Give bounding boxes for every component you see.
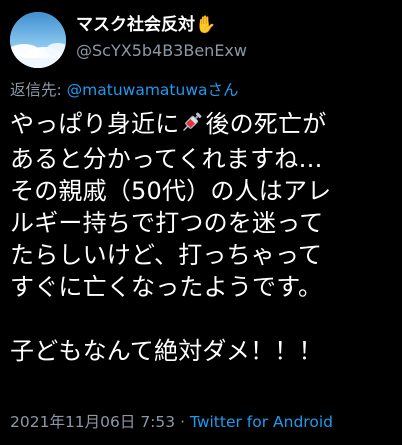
reply-prefix: 返信先: bbox=[10, 81, 67, 99]
tweet-header: マスク社会反対✋ @ScYX5b4B3BenExw bbox=[10, 8, 390, 68]
syringe-icon bbox=[179, 109, 205, 143]
tweet-line-5: たらしいけど、打っちゃって bbox=[10, 241, 323, 269]
tweet-line-2: あると分かってくれますね… bbox=[10, 145, 323, 173]
reply-to-line: 返信先: @matuwamatuwaさん bbox=[10, 80, 239, 100]
raised-hand-icon: ✋ bbox=[195, 15, 217, 35]
meta-separator: · bbox=[175, 413, 190, 431]
tweet-source-link[interactable]: Twitter for Android bbox=[190, 413, 333, 431]
reply-mention-link[interactable]: @matuwamatuwaさん bbox=[67, 81, 239, 99]
tweet-line-6: すぐに亡くなったようです。 bbox=[10, 273, 323, 301]
user-handle[interactable]: @ScYX5b4B3BenExw bbox=[76, 40, 386, 62]
tweet-text: やっぱり身近に 後の死亡が あると分かってくれますね… その親戚（50代）の人は… bbox=[10, 108, 398, 367]
avatar[interactable] bbox=[10, 12, 66, 68]
display-name[interactable]: マスク社会反対✋ bbox=[76, 14, 386, 36]
tweet-meta: 2021年11月06日 7:53 · Twitter for Android bbox=[10, 412, 333, 432]
tweet-line-4: ルギー持ちで打つのを迷って bbox=[10, 209, 324, 237]
tweet-line-3: その親戚（50代）の人はアレ bbox=[10, 177, 332, 205]
tweet-line-1: やっぱり身近に 後の死亡が bbox=[10, 108, 398, 143]
author-names: マスク社会反対✋ @ScYX5b4B3BenExw bbox=[76, 14, 386, 62]
tweet-line-1-end: 後の死亡が bbox=[205, 110, 327, 138]
display-name-text: マスク社会反対 bbox=[76, 15, 195, 35]
tweet-line-7: 子どもなんて絶対ダメ！！！ bbox=[10, 337, 323, 365]
tweet-timestamp[interactable]: 2021年11月06日 7:53 bbox=[10, 413, 175, 431]
tweet-line-1-start: やっぱり身近に bbox=[10, 110, 180, 138]
